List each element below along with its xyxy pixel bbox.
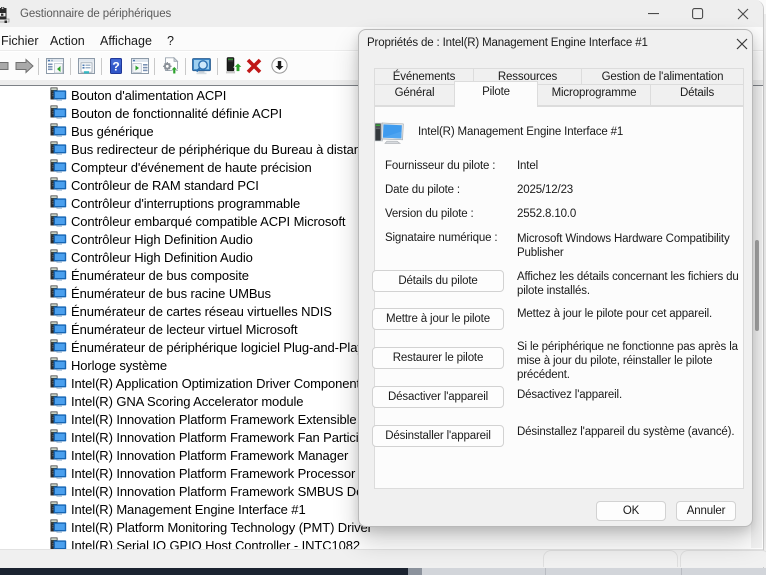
svg-text:?: ? (112, 60, 119, 74)
